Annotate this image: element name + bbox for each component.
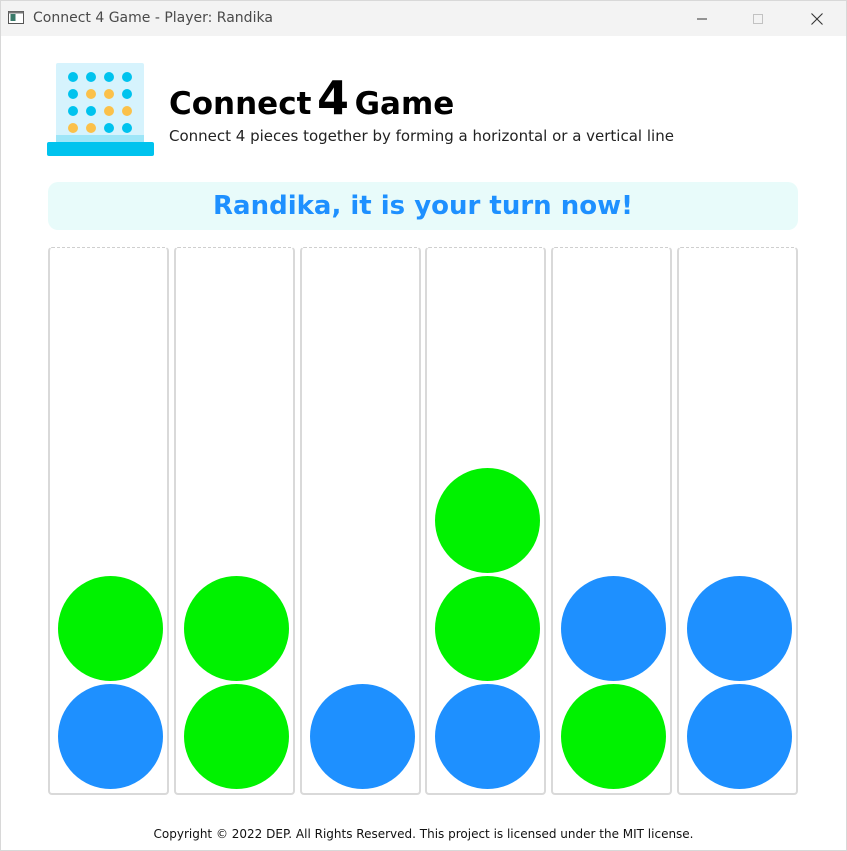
blue-piece (435, 684, 541, 789)
blue-piece (309, 684, 415, 789)
logo-dot-cyan (68, 89, 78, 99)
connect4-board-logo (47, 63, 154, 156)
green-piece (561, 684, 667, 789)
board-column-2[interactable] (173, 247, 295, 795)
logo-dot-cyan (86, 106, 96, 116)
logo-dot-cyan (104, 72, 114, 82)
logo-dot-cyan (122, 89, 132, 99)
close-button[interactable] (794, 1, 840, 36)
green-piece (183, 684, 289, 789)
maximize-button[interactable] (735, 1, 781, 36)
logo-dot-cyan (86, 72, 96, 82)
app-window: Connect 4 Game - Player: Randika Connect… (0, 0, 847, 851)
board-column-3[interactable] (299, 247, 421, 795)
title-bar[interactable]: Connect 4 Game - Player: Randika (1, 1, 846, 36)
green-piece (183, 576, 289, 681)
blue-piece (561, 576, 667, 681)
logo-dot-cyan (122, 72, 132, 82)
title-word-game: Game (354, 86, 455, 122)
logo-dot-cyan (68, 106, 78, 116)
close-icon (811, 12, 823, 25)
minimize-button[interactable] (679, 1, 725, 36)
maximize-icon (753, 13, 763, 24)
game-board (48, 247, 798, 797)
turn-status-text: Randika, it is your turn now! (213, 191, 633, 221)
title-word-connect: Connect (169, 86, 312, 122)
board-column-4[interactable] (425, 247, 547, 795)
logo-dot-cyan (68, 72, 78, 82)
green-piece (435, 468, 541, 573)
green-piece (58, 576, 163, 681)
title-number-four: 4 (316, 71, 349, 125)
logo-dot-yellow (86, 123, 96, 133)
board-column-6[interactable] (677, 247, 798, 795)
blue-piece (58, 684, 163, 789)
page-title: Connect 4 Game (169, 75, 454, 121)
logo-dot-yellow (68, 123, 78, 133)
window-title: Connect 4 Game - Player: Randika (33, 10, 273, 26)
blue-piece (687, 684, 792, 789)
minimize-icon (697, 18, 707, 19)
page-subtitle: Connect 4 pieces together by forming a h… (169, 127, 674, 145)
turn-status-banner: Randika, it is your turn now! (48, 182, 798, 230)
logo-dot-yellow (104, 89, 114, 99)
footer-copyright: Copyright © 2022 DEP. All Rights Reserve… (153, 827, 694, 841)
logo-dot-cyan (104, 123, 114, 133)
green-piece (435, 576, 541, 681)
board-column-5[interactable] (551, 247, 673, 795)
logo-dot-yellow (104, 106, 114, 116)
logo-dot-cyan (122, 123, 132, 133)
window-app-icon (8, 11, 24, 24)
blue-piece (687, 576, 792, 681)
logo-dot-yellow (86, 89, 96, 99)
board-column-1[interactable] (48, 247, 169, 795)
logo-dot-yellow (122, 106, 132, 116)
